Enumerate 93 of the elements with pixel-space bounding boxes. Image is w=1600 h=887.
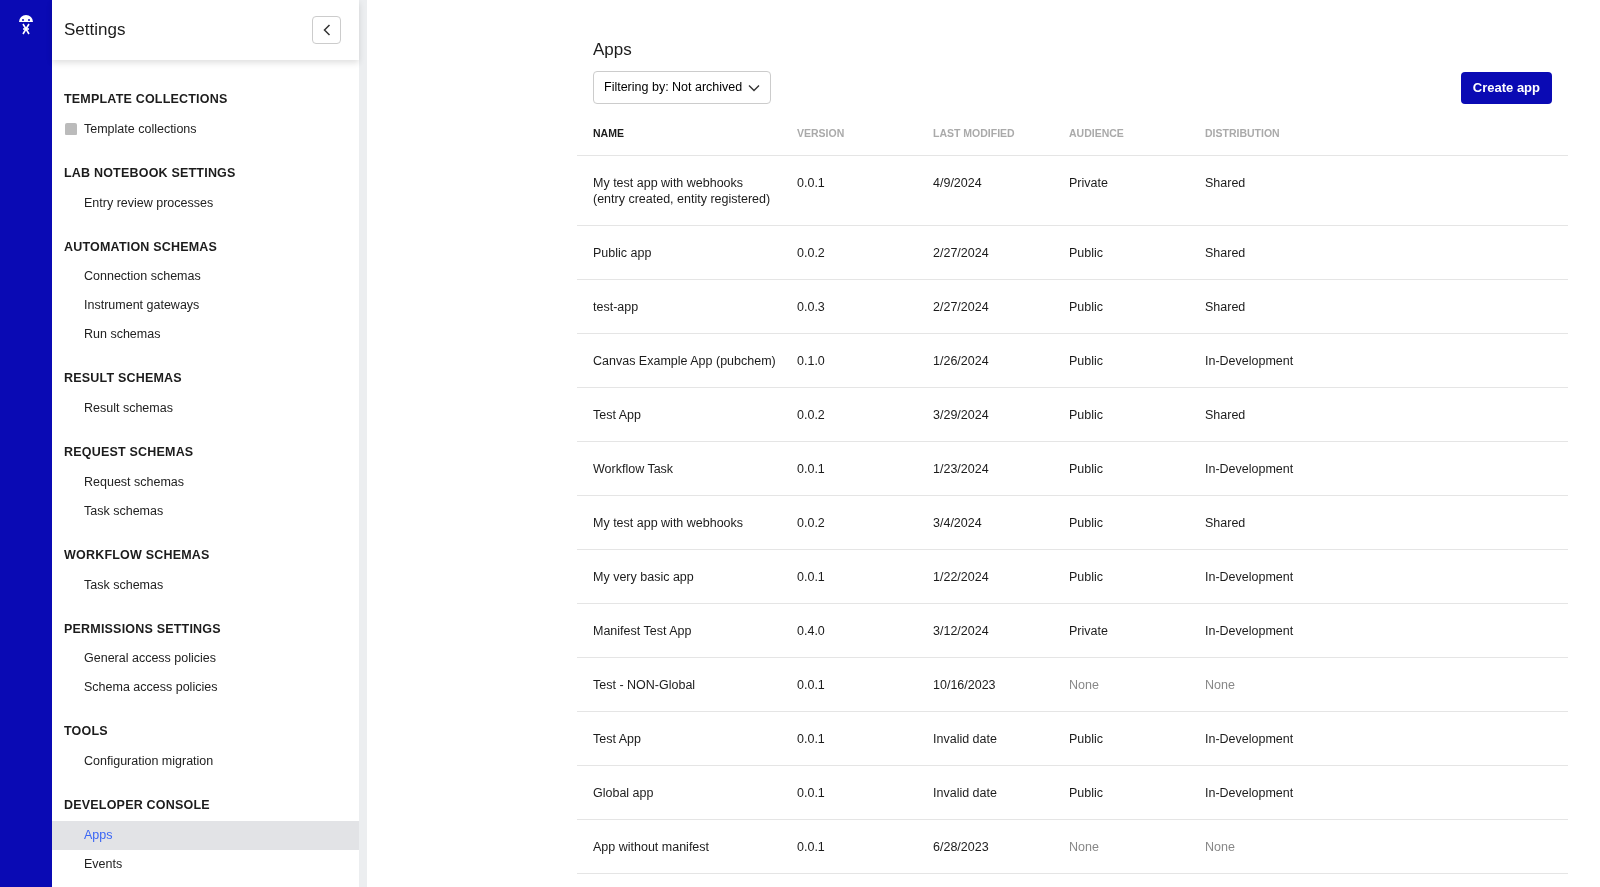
table-cell: Manifest Test App bbox=[593, 623, 692, 638]
table-cell: Public bbox=[1069, 353, 1104, 368]
table-cell: 0.4.0 bbox=[797, 623, 825, 638]
table-cell: Public bbox=[1069, 515, 1104, 530]
sidebar-item[interactable]: Events bbox=[52, 849, 359, 879]
table-cell: Shared bbox=[1205, 407, 1246, 422]
table-cell: 4/9/2024 bbox=[933, 175, 982, 190]
table-cell: 0.0.2 bbox=[797, 245, 825, 260]
section-heading: LAB NOTEBOOK SETTINGS bbox=[63, 164, 237, 182]
table-cell: 0.0.1 bbox=[797, 677, 825, 692]
table-cell: In-Development bbox=[1205, 461, 1294, 476]
panel-title: Settings bbox=[64, 19, 126, 41]
table-cell: Shared bbox=[1205, 515, 1246, 530]
table-cell: Private bbox=[1069, 175, 1108, 190]
table-cell: Workflow Task bbox=[593, 461, 674, 476]
sidebar-item[interactable]: Task schemas bbox=[52, 496, 359, 526]
sidebar-item[interactable]: Run schemas bbox=[52, 320, 359, 350]
table-cell: My test app with webhooks (entry created, entity registered) bbox=[593, 175, 771, 206]
sidebar-item[interactable]: Entry review processes bbox=[52, 188, 359, 218]
sidebar-item[interactable]: Result schemas bbox=[52, 394, 359, 423]
table-cell: None bbox=[1069, 839, 1099, 854]
table-cell: 0.0.1 bbox=[797, 461, 825, 476]
table-cell: 6/28/2023 bbox=[933, 839, 989, 854]
table-cell: 3/12/2024 bbox=[933, 623, 989, 638]
table-cell: Public app bbox=[593, 245, 652, 260]
table-cell: 1/26/2024 bbox=[933, 353, 989, 368]
table-cell: 2/27/2024 bbox=[933, 299, 989, 314]
section-heading: DEVELOPER CONSOLE bbox=[63, 797, 211, 814]
table-cell: 2/27/2024 bbox=[933, 245, 989, 260]
filter-dropdown[interactable]: Filtering by: Not archived bbox=[593, 71, 772, 105]
table-cell: 1/23/2024 bbox=[933, 461, 989, 476]
column-header[interactable]: NAME bbox=[577, 118, 797, 156]
sidebar-item[interactable]: Apps bbox=[52, 820, 359, 850]
table-cell: 0.0.1 bbox=[797, 785, 825, 800]
table-cell: Public bbox=[1069, 245, 1104, 260]
table-cell: Public bbox=[1069, 785, 1104, 800]
sidebar-item[interactable]: Task schemas bbox=[52, 570, 359, 600]
section-heading: TEMPLATE COLLECTIONS bbox=[63, 91, 229, 108]
table-cell: Invalid date bbox=[933, 731, 997, 746]
table-cell: Shared bbox=[1205, 175, 1246, 190]
section-heading: TOOLS bbox=[63, 723, 109, 741]
table-cell: test-app bbox=[593, 299, 639, 314]
table-cell: Test App bbox=[593, 731, 641, 746]
table-cell: 0.0.1 bbox=[797, 839, 825, 854]
sidebar-item[interactable]: Connection schemas bbox=[52, 262, 359, 292]
table-cell: Invalid date bbox=[933, 785, 997, 800]
table-cell: 0.0.1 bbox=[797, 731, 825, 746]
table-cell: Test App bbox=[593, 407, 641, 422]
table-cell: 0.0.3 bbox=[797, 299, 825, 314]
table-cell: Private bbox=[1069, 623, 1108, 638]
table-cell: Shared bbox=[1205, 245, 1246, 260]
table-cell: App without manifest bbox=[593, 839, 710, 854]
table-cell: 0.0.1 bbox=[797, 175, 825, 190]
table-cell: In-Development bbox=[1205, 623, 1294, 638]
table-cell: In-Development bbox=[1205, 569, 1294, 584]
table-cell: 0.1.0 bbox=[797, 353, 825, 368]
sidebar-item[interactable]: Request schemas bbox=[52, 467, 359, 497]
create-app-button[interactable]: Create app bbox=[1460, 72, 1552, 104]
sidebar-item[interactable]: Template collections bbox=[52, 114, 359, 144]
table-cell: My test app with webhooks bbox=[593, 515, 744, 530]
table-cell: Public bbox=[1069, 299, 1104, 314]
section-heading: WORKFLOW SCHEMAS bbox=[63, 546, 211, 564]
table-cell: 0.0.2 bbox=[797, 407, 825, 422]
table-cell: Shared bbox=[1205, 299, 1246, 314]
table-cell: In-Development bbox=[1205, 353, 1294, 368]
table-cell: 1/22/2024 bbox=[933, 569, 989, 584]
table-cell: Public bbox=[1069, 461, 1104, 476]
table-cell: None bbox=[1205, 839, 1235, 854]
table-cell: Public bbox=[1069, 407, 1104, 422]
section-heading: RESULT SCHEMAS bbox=[63, 370, 183, 388]
table-cell: Public bbox=[1069, 569, 1104, 584]
sidebar-item[interactable]: Schema access policies bbox=[52, 673, 359, 703]
page-title: Apps bbox=[593, 40, 633, 61]
sidebar-item[interactable]: General access policies bbox=[52, 644, 359, 674]
section-heading: AUTOMATION SCHEMAS bbox=[63, 238, 219, 256]
table-cell: 10/16/2023 bbox=[933, 677, 996, 692]
section-heading: PERMISSIONS SETTINGS bbox=[63, 620, 222, 638]
table-cell: Test - NON-Global bbox=[593, 677, 696, 692]
table-cell: Canvas Example App (pubchem) bbox=[593, 353, 776, 368]
table-cell: 3/4/2024 bbox=[933, 515, 982, 530]
table-cell: None bbox=[1069, 677, 1099, 692]
table-cell: 0.0.1 bbox=[797, 569, 825, 584]
table-cell: 3/29/2024 bbox=[933, 407, 989, 422]
table-cell: Public bbox=[1069, 731, 1104, 746]
table-cell: In-Development bbox=[1205, 785, 1294, 800]
table-cell: None bbox=[1205, 677, 1235, 692]
table-cell: My very basic app bbox=[593, 569, 694, 584]
sidebar-item[interactable]: Instrument gateways bbox=[52, 291, 359, 321]
sidebar-item[interactable]: Configuration migration bbox=[52, 747, 359, 776]
table-cell: In-Development bbox=[1205, 731, 1294, 746]
table-cell: 0.0.2 bbox=[797, 515, 825, 530]
section-heading: REQUEST SCHEMAS bbox=[63, 444, 195, 461]
table-cell: Global app bbox=[593, 785, 654, 800]
